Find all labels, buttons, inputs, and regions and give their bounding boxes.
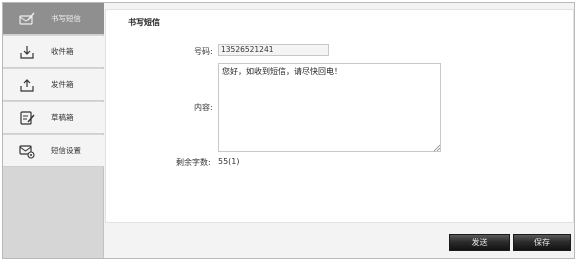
send-button[interactable]: 发送 — [449, 234, 510, 251]
phone-number-field[interactable]: 13526521241 — [218, 44, 329, 56]
draft-edit-icon — [19, 110, 35, 126]
sidebar-item-compose[interactable]: 书写短信 — [3, 3, 104, 35]
sidebar: 书写短信 收件箱 发件箱 草稿箱 短信设置 — [3, 3, 104, 258]
sidebar-item-label: 发件箱 — [51, 80, 74, 89]
envelope-gear-icon — [19, 143, 35, 159]
sidebar-item-label: 书写短信 — [51, 14, 81, 23]
sidebar-item-label: 收件箱 — [51, 47, 74, 56]
number-label: 号码: — [194, 47, 213, 56]
message-content-textarea[interactable]: 您好，如收到短信，请尽快回电！ — [218, 63, 441, 152]
sidebar-item-sms-settings[interactable]: 短信设置 — [3, 135, 104, 167]
app-frame: 书写短信 收件箱 发件箱 草稿箱 短信设置 书写短信 号码: 135265212… — [2, 2, 575, 259]
pencil-envelope-icon — [19, 11, 35, 27]
compose-panel: 书写短信 号码: 13526521241 内容: 您好，如收到短信，请尽快回电！… — [105, 9, 574, 223]
resize-grip-icon[interactable] — [433, 144, 441, 152]
sidebar-item-drafts[interactable]: 草稿箱 — [3, 102, 104, 134]
sidebar-item-label: 短信设置 — [51, 146, 81, 155]
sidebar-item-label: 草稿箱 — [51, 113, 74, 122]
page-title: 书写短信 — [128, 18, 160, 27]
sidebar-item-inbox[interactable]: 收件箱 — [3, 36, 104, 68]
remaining-chars-label: 剩余字数: — [176, 158, 211, 167]
content-label: 内容: — [194, 103, 213, 112]
save-button[interactable]: 保存 — [513, 234, 571, 251]
inbox-download-icon — [19, 44, 35, 60]
outbox-upload-icon — [19, 77, 35, 93]
remaining-chars-value: 55(1) — [218, 157, 240, 166]
sidebar-item-outbox[interactable]: 发件箱 — [3, 69, 104, 101]
